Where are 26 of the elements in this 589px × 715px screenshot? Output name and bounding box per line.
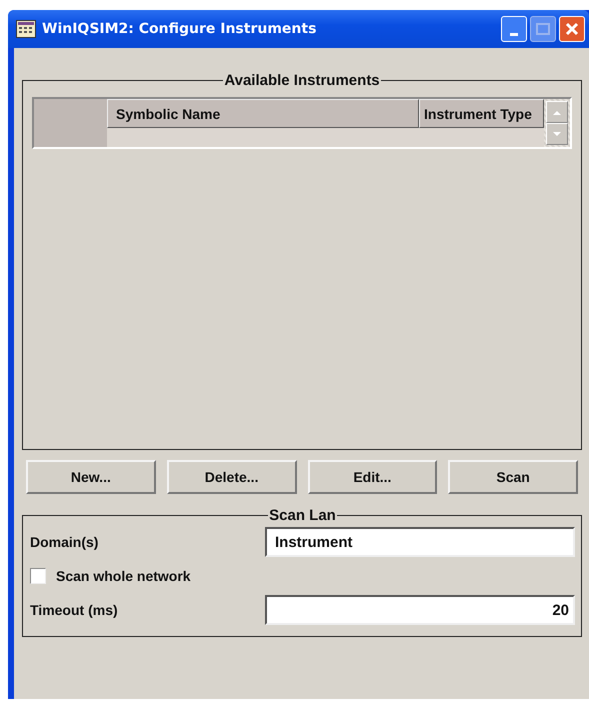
timeout-field[interactable]: 20 xyxy=(265,595,575,625)
close-icon xyxy=(565,22,579,36)
maximize-icon xyxy=(536,23,550,35)
action-button[interactable]: Delete... xyxy=(166,460,296,494)
minimize-button[interactable] xyxy=(501,16,527,42)
field-label: Domain(s) xyxy=(30,534,98,550)
checkbox-label: Scan whole network xyxy=(56,568,191,584)
app-icon xyxy=(16,20,36,38)
action-button[interactable]: Edit... xyxy=(308,460,438,494)
scroll-down-button[interactable] xyxy=(546,123,568,145)
window-title: WinIQSIM2: Configure Instruments xyxy=(42,21,318,37)
scroll-up-button[interactable] xyxy=(546,101,568,123)
action-button[interactable]: New... xyxy=(26,460,156,494)
field-label: Timeout (ms) xyxy=(30,602,118,618)
group-title: Available Instruments xyxy=(223,72,381,89)
group-title: Scan Lan xyxy=(268,507,337,524)
minimize-icon xyxy=(510,32,518,36)
scrollbar[interactable] xyxy=(544,99,570,147)
column-header[interactable]: Instrument Type xyxy=(419,99,544,128)
checkbox[interactable] xyxy=(30,568,46,584)
close-button[interactable] xyxy=(559,16,585,42)
down-arrow-icon xyxy=(553,132,561,136)
column-header[interactable]: Symbolic Name xyxy=(107,99,419,128)
domain-field[interactable]: Instrument xyxy=(265,527,575,557)
up-arrow-icon xyxy=(553,110,561,114)
action-button[interactable]: Scan xyxy=(448,460,578,494)
